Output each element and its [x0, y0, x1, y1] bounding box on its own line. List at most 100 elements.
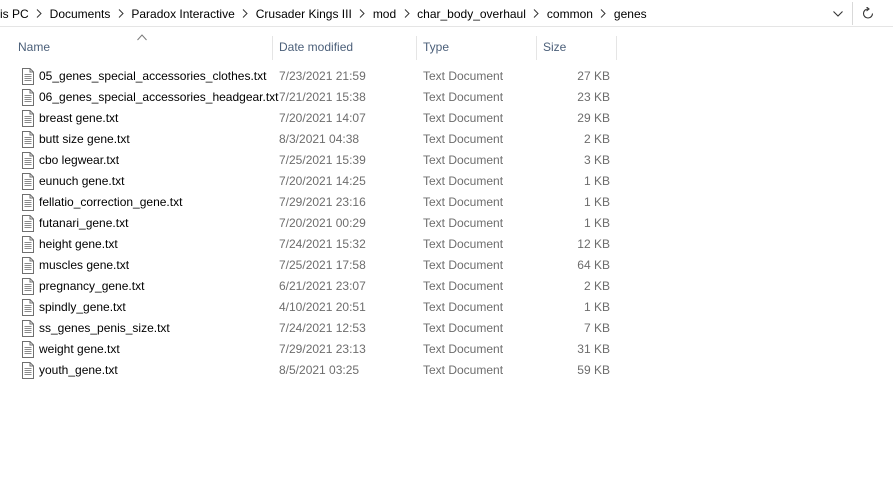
file-date-modified: 7/21/2021 15:38	[279, 90, 366, 104]
chevron-right-icon[interactable]	[237, 9, 254, 18]
chevron-right-icon[interactable]	[398, 9, 415, 18]
file-date-modified: 7/20/2021 14:07	[279, 111, 366, 125]
file-name[interactable]: muscles gene.txt	[39, 255, 129, 276]
file-date-modified: 7/20/2021 14:25	[279, 174, 366, 188]
file-type: Text Document	[423, 132, 504, 146]
file-type: Text Document	[423, 216, 504, 230]
file-size: 1 KB	[583, 300, 610, 314]
file-date-modified: 7/25/2021 17:58	[279, 258, 366, 272]
file-name[interactable]: 05_genes_special_accessories_clothes.txt	[39, 66, 266, 87]
file-size: 12 KB	[577, 237, 610, 251]
file-size: 1 KB	[583, 216, 610, 230]
file-row[interactable]: eunuch gene.txt 7/20/2021 14:25 Text Docum…	[17, 171, 617, 192]
file-type: Text Document	[423, 363, 504, 377]
breadcrumb-item-mod[interactable]: mod	[371, 7, 398, 21]
file-date-modified: 7/23/2021 21:59	[279, 69, 366, 83]
chevron-right-icon[interactable]	[528, 9, 545, 18]
refresh-button[interactable]	[856, 3, 880, 24]
breadcrumb-item-char-body-overhaul[interactable]: char_body_overhaul	[415, 7, 528, 21]
text-file-icon	[20, 89, 36, 106]
column-divider[interactable]	[616, 36, 617, 60]
file-row[interactable]: weight gene.txt 7/29/2021 23:13 Text Docum…	[17, 339, 617, 360]
text-file-icon	[20, 320, 36, 337]
text-file-icon	[20, 299, 36, 316]
file-name[interactable]: weight gene.txt	[39, 339, 120, 360]
file-name[interactable]: pregnancy_gene.txt	[39, 276, 144, 297]
file-row[interactable]: cbo legwear.txt 7/25/2021 15:39 Text Docum…	[17, 150, 617, 171]
breadcrumb: is PC Documents Paradox Interactive Crus…	[0, 0, 826, 27]
chevron-right-icon[interactable]	[595, 9, 612, 18]
column-header-size[interactable]: Size	[537, 34, 616, 61]
breadcrumb-item-crusader-kings-iii[interactable]: Crusader Kings III	[254, 7, 354, 21]
text-file-icon	[20, 278, 36, 295]
file-row[interactable]: spindly_gene.txt 4/10/2021 20:51 Text Docu…	[17, 297, 617, 318]
file-type: Text Document	[423, 90, 504, 104]
file-size: 1 KB	[583, 174, 610, 188]
file-name[interactable]: breast gene.txt	[39, 108, 118, 129]
text-file-icon	[20, 131, 36, 148]
address-bar[interactable]: is PC Documents Paradox Interactive Crus…	[0, 0, 893, 27]
file-date-modified: 7/25/2021 15:39	[279, 153, 366, 167]
file-type: Text Document	[423, 258, 504, 272]
chevron-right-icon[interactable]	[31, 9, 48, 18]
file-row[interactable]: muscles gene.txt 7/25/2021 17:58 Text Docu…	[17, 255, 617, 276]
breadcrumb-item-paradox-interactive[interactable]: Paradox Interactive	[129, 7, 236, 21]
file-size: 27 KB	[577, 69, 610, 83]
file-row[interactable]: 06_genes_special_accessories_headgear.tx…	[17, 87, 617, 108]
file-name[interactable]: eunuch gene.txt	[39, 171, 124, 192]
column-header-type[interactable]: Type	[417, 34, 536, 61]
file-row[interactable]: youth_gene.txt 8/5/2021 03:25 Text Documen…	[17, 360, 617, 381]
text-file-icon	[20, 236, 36, 253]
column-header-name[interactable]: Name	[12, 34, 272, 61]
file-name[interactable]: ss_genes_penis_size.txt	[39, 318, 170, 339]
file-name[interactable]: futanari_gene.txt	[39, 213, 128, 234]
file-name[interactable]: fellatio_correction_gene.txt	[39, 192, 182, 213]
file-row[interactable]: 05_genes_special_accessories_clothes.txt…	[17, 66, 617, 87]
chevron-right-icon[interactable]	[112, 9, 129, 18]
text-file-icon	[20, 152, 36, 169]
breadcrumb-item-common[interactable]: common	[545, 7, 595, 21]
breadcrumb-item-this-pc[interactable]: is PC	[0, 7, 31, 21]
address-divider	[852, 2, 853, 25]
file-name[interactable]: height gene.txt	[39, 234, 118, 255]
file-name[interactable]: butt size gene.txt	[39, 129, 130, 150]
file-type: Text Document	[423, 237, 504, 251]
file-size: 64 KB	[577, 258, 610, 272]
file-name[interactable]: 06_genes_special_accessories_headgear.tx…	[39, 87, 279, 108]
chevron-right-icon[interactable]	[354, 9, 371, 18]
refresh-icon	[862, 7, 874, 19]
file-date-modified: 7/29/2021 23:16	[279, 195, 366, 209]
breadcrumb-item-genes[interactable]: genes	[612, 7, 649, 21]
file-row[interactable]: futanari_gene.txt 7/20/2021 00:29 Text Doc…	[17, 213, 617, 234]
file-name[interactable]: youth_gene.txt	[39, 360, 118, 381]
file-size: 31 KB	[577, 342, 610, 356]
file-size: 3 KB	[583, 153, 610, 167]
file-list: 05_genes_special_accessories_clothes.txt…	[17, 66, 617, 381]
column-header: Name Date modified Type Size	[0, 34, 893, 61]
file-row[interactable]: pregnancy_gene.txt 6/21/2021 23:07 Text Do…	[17, 276, 617, 297]
file-name[interactable]: spindly_gene.txt	[39, 297, 126, 318]
text-file-icon	[20, 341, 36, 358]
breadcrumb-item-documents[interactable]: Documents	[48, 7, 113, 21]
file-row[interactable]: fellatio_correction_gene.txt 7/29/2021 23…	[17, 192, 617, 213]
text-file-icon	[20, 110, 36, 127]
text-file-icon	[20, 215, 36, 232]
file-date-modified: 7/20/2021 00:29	[279, 216, 366, 230]
text-file-icon	[20, 173, 36, 190]
file-type: Text Document	[423, 111, 504, 125]
file-type: Text Document	[423, 69, 504, 83]
file-date-modified: 7/24/2021 15:32	[279, 237, 366, 251]
file-row[interactable]: butt size gene.txt 8/3/2021 04:38 Text Doc…	[17, 129, 617, 150]
file-type: Text Document	[423, 174, 504, 188]
file-size: 2 KB	[583, 132, 610, 146]
text-file-icon	[20, 257, 36, 274]
address-history-dropdown[interactable]	[826, 4, 850, 23]
file-name[interactable]: cbo legwear.txt	[39, 150, 119, 171]
file-date-modified: 6/21/2021 23:07	[279, 279, 366, 293]
column-header-date-modified[interactable]: Date modified	[273, 34, 416, 61]
file-type: Text Document	[423, 279, 504, 293]
file-row[interactable]: ss_genes_penis_size.txt 7/24/2021 12:53 Te…	[17, 318, 617, 339]
file-row[interactable]: breast gene.txt 7/20/2021 14:07 Text Docum…	[17, 108, 617, 129]
file-date-modified: 7/24/2021 12:53	[279, 321, 366, 335]
file-row[interactable]: height gene.txt 7/24/2021 15:32 Text Docum…	[17, 234, 617, 255]
